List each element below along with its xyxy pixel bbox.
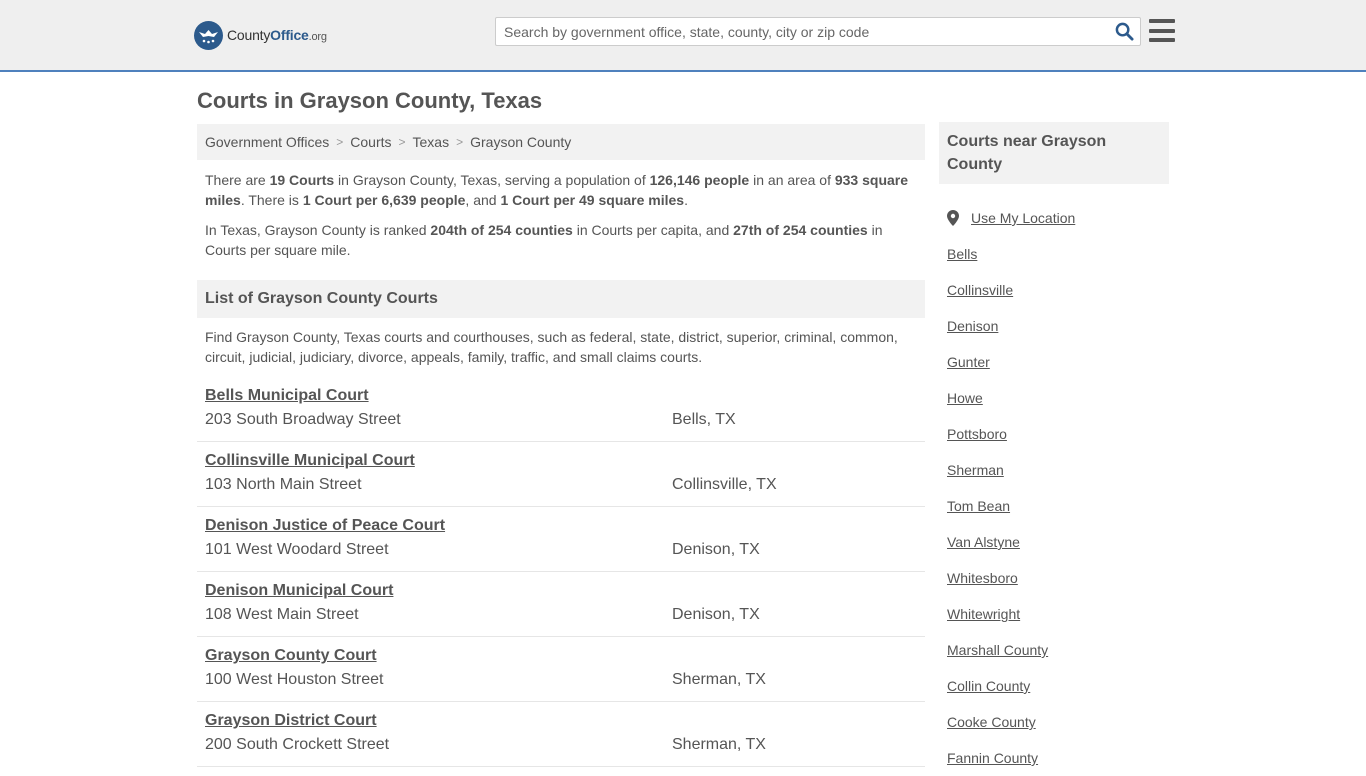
sidebar-link-denison[interactable]: Denison (947, 318, 998, 334)
search-bar (495, 17, 1141, 46)
use-location-item: Use My Location (947, 200, 1167, 236)
sidebar-link-van-alstyne[interactable]: Van Alstyne (947, 534, 1020, 550)
hamburger-menu-icon[interactable] (1149, 19, 1175, 42)
breadcrumb-government-offices[interactable]: Government Offices (205, 134, 329, 150)
court-address: 203 South Broadway Street (205, 411, 401, 428)
sidebar-link-tom-bean[interactable]: Tom Bean (947, 498, 1010, 514)
list-item: Collinsville Municipal Court 103 North M… (197, 442, 925, 507)
court-city: Collinsville, TX (672, 476, 777, 493)
sidebar-nearby-list: Use My Location Bells Collinsville Denis… (947, 200, 1167, 776)
sidebar-link-collin-county[interactable]: Collin County (947, 678, 1030, 694)
court-address: 101 West Woodard Street (205, 541, 389, 558)
court-address: 103 North Main Street (205, 476, 362, 493)
court-name-link[interactable]: Denison Justice of Peace Court (205, 517, 445, 535)
court-name-link[interactable]: Bells Municipal Court (205, 387, 369, 405)
sidebar-link-item: Pottsboro (947, 416, 1167, 452)
court-city: Sherman, TX (672, 671, 766, 688)
sidebar-link-gunter[interactable]: Gunter (947, 354, 990, 370)
search-icon (1115, 22, 1134, 41)
court-city: Sherman, TX (672, 736, 766, 753)
list-item: Grayson District Court 200 South Crocket… (197, 702, 925, 767)
sidebar-link-item: Whitesboro (947, 560, 1167, 596)
sidebar-link-item: Denison (947, 308, 1167, 344)
sidebar-link-item: Cooke County (947, 704, 1167, 740)
sidebar-link-item: Bells (947, 236, 1167, 272)
breadcrumb-separator: > (398, 135, 406, 149)
map-pin-icon (947, 210, 959, 226)
sidebar-link-item: Tom Bean (947, 488, 1167, 524)
court-name-link[interactable]: Grayson County Court (205, 647, 377, 665)
sidebar-link-item: Howe (947, 380, 1167, 416)
page-title: Courts in Grayson County, Texas (197, 88, 543, 113)
sidebar-link-bells[interactable]: Bells (947, 246, 977, 262)
court-city: Denison, TX (672, 541, 760, 558)
court-city: Bells, TX (672, 411, 736, 428)
sidebar-link-howe[interactable]: Howe (947, 390, 983, 406)
sidebar-link-item: Collinsville (947, 272, 1167, 308)
sidebar-link-marshall-county[interactable]: Marshall County (947, 642, 1048, 658)
court-city: Denison, TX (672, 606, 760, 623)
search-button[interactable] (1108, 18, 1140, 45)
court-list-heading: List of Grayson County Courts (197, 280, 925, 318)
logo-wordmark: CountyOffice.org (227, 27, 327, 43)
court-list: Bells Municipal Court 203 South Broadway… (197, 377, 925, 767)
sidebar-link-fannin-county[interactable]: Fannin County (947, 750, 1038, 766)
sidebar-link-collinsville[interactable]: Collinsville (947, 282, 1013, 298)
court-list-description: Find Grayson County, Texas courts and co… (205, 329, 898, 365)
sidebar-link-item: Marshall County (947, 632, 1167, 668)
breadcrumb-separator: > (456, 135, 464, 149)
sidebar-link-item: Whitewright (947, 596, 1167, 632)
breadcrumb-separator: > (336, 135, 344, 149)
sidebar-link-cooke-county[interactable]: Cooke County (947, 714, 1036, 730)
sidebar-link-whitesboro[interactable]: Whitesboro (947, 570, 1018, 586)
sidebar-link-item: Van Alstyne (947, 524, 1167, 560)
intro-paragraph-rank: In Texas, Grayson County is ranked 204th… (205, 222, 883, 258)
sidebar-link-pottsboro[interactable]: Pottsboro (947, 426, 1007, 442)
list-item: Grayson County Court 100 West Houston St… (197, 637, 925, 702)
court-name-link[interactable]: Grayson District Court (205, 712, 377, 730)
list-item: Denison Justice of Peace Court 101 West … (197, 507, 925, 572)
breadcrumb: Government Offices > Courts > Texas > Gr… (197, 124, 925, 160)
intro-text: There are 19 Courts in Grayson County, T… (205, 170, 920, 270)
breadcrumb-texas[interactable]: Texas (413, 134, 450, 150)
site-logo[interactable]: CountyOffice.org (194, 20, 327, 50)
sidebar-link-item: Gunter (947, 344, 1167, 380)
sidebar-link-whitewright[interactable]: Whitewright (947, 606, 1020, 622)
court-address: 108 West Main Street (205, 606, 359, 623)
sidebar-link-item: Fannin County (947, 740, 1167, 776)
breadcrumb-courts[interactable]: Courts (350, 134, 391, 150)
breadcrumb-grayson-county[interactable]: Grayson County (470, 134, 571, 150)
intro-paragraph-stats: There are 19 Courts in Grayson County, T… (205, 172, 909, 208)
site-header: CountyOffice.org (0, 0, 1366, 72)
court-name-link[interactable]: Collinsville Municipal Court (205, 452, 415, 470)
sidebar-link-item: Sherman (947, 452, 1167, 488)
use-my-location-link[interactable]: Use My Location (971, 210, 1075, 226)
sidebar-heading: Courts near Grayson County (939, 122, 1169, 184)
sidebar-link-item: Collin County (947, 668, 1167, 704)
search-input[interactable] (496, 18, 1108, 45)
sidebar-link-sherman[interactable]: Sherman (947, 462, 1004, 478)
court-address: 200 South Crockett Street (205, 736, 390, 753)
court-address: 100 West Houston Street (205, 671, 384, 688)
list-item: Denison Municipal Court 108 West Main St… (197, 572, 925, 637)
eagle-seal-icon (194, 20, 223, 50)
list-item: Bells Municipal Court 203 South Broadway… (197, 377, 925, 442)
court-name-link[interactable]: Denison Municipal Court (205, 582, 393, 600)
